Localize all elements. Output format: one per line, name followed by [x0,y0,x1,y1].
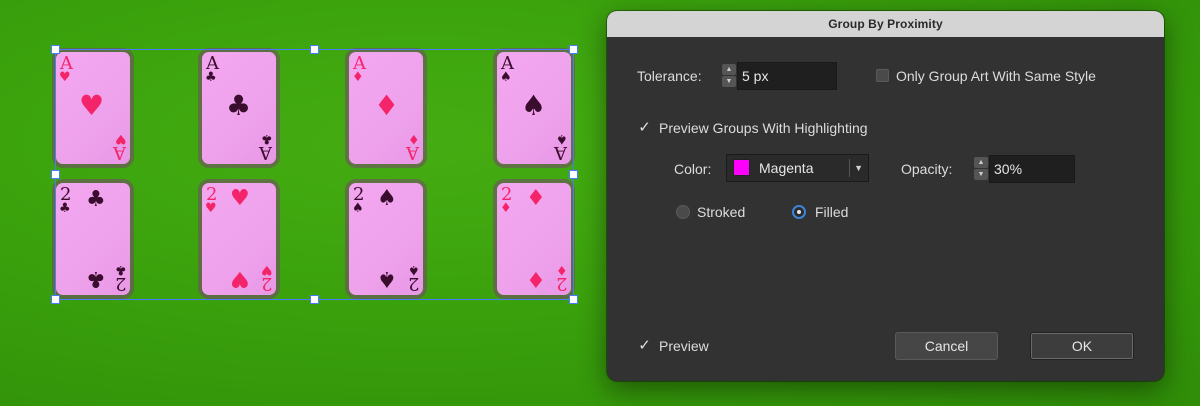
preview-groups-label[interactable]: Preview Groups With Highlighting [659,120,868,136]
chevron-down-icon: ▼ [854,163,863,173]
card-ace-spades[interactable]: A ♠ ♠ ♠ A [497,52,571,164]
artboard-canvas[interactable]: A ♥ ♥ ♥ A A ♣ ♣ ♣ A A ♦ ♦ ♦ A A ♠ ♠ ♠ A … [0,0,600,406]
same-style-label[interactable]: Only Group Art With Same Style [896,68,1096,84]
diamond-icon: ♦ [526,186,546,211]
stroked-label[interactable]: Stroked [697,204,745,220]
diamond-icon: ♦ [374,89,400,122]
card-rank: 2 [114,273,126,294]
tolerance-input[interactable]: 5 px [737,62,837,90]
card-rank: 2 [260,273,272,294]
card-ace-diamonds[interactable]: A ♦ ♦ ♦ A [349,52,423,164]
club-icon: ♣ [226,89,252,122]
color-select-value: Magenta [759,160,814,176]
club-icon: ♣ [86,187,106,212]
card-two-hearts[interactable]: 2 ♥ ♥ ♥ ♥ 2 [202,183,276,295]
stepper-down-icon[interactable]: ▼ [974,169,988,180]
card-two-spades[interactable]: 2 ♠ ♠ ♠ ♠ 2 [349,183,423,295]
resize-handle-bottom-center[interactable] [310,295,319,304]
card-rank: A [406,142,419,163]
select-divider [849,159,850,177]
preview-label[interactable]: Preview [659,338,709,354]
diamond-icon: ♦ [500,201,512,216]
tolerance-label: Tolerance: [637,68,702,84]
cancel-button[interactable]: Cancel [895,332,998,360]
spade-icon: ♠ [377,186,397,211]
resize-handle-top-center[interactable] [310,45,319,54]
heart-icon: ♥ [230,186,250,211]
spade-icon: ♠ [377,266,397,291]
club-icon: ♣ [205,70,217,85]
card-two-clubs[interactable]: 2 ♣ ♣ ♣ ♣ 2 [56,183,130,295]
card-rank: 2 [407,273,419,294]
same-style-checkbox[interactable] [876,69,889,82]
tolerance-stepper[interactable]: ▲ ▼ [721,63,737,89]
resize-handle-bottom-right[interactable] [569,295,578,304]
spade-icon: ♠ [352,201,364,216]
stepper-up-icon[interactable]: ▲ [974,157,988,168]
color-swatch [733,159,750,176]
card-two-diamonds[interactable]: 2 ♦ ♦ ♦ ♦ 2 [497,183,571,295]
heart-icon: ♥ [230,266,250,291]
card-ace-hearts[interactable]: A ♥ ♥ ♥ A [56,52,130,164]
heart-icon: ♥ [79,89,105,122]
diamond-icon: ♦ [352,70,364,85]
card-rank: A [554,142,567,163]
preview-groups-checkbox[interactable]: ✓ [638,120,651,135]
resize-handle-top-right[interactable] [569,45,578,54]
group-by-proximity-dialog: Group By Proximity Tolerance: ▲ ▼ 5 px O… [607,11,1164,381]
opacity-label: Opacity: [901,161,953,177]
club-icon: ♣ [86,266,106,291]
heart-icon: ♥ [59,70,71,85]
spade-icon: ♠ [521,89,547,122]
resize-handle-top-left[interactable] [51,45,60,54]
card-rank: A [259,142,272,163]
ok-button[interactable]: OK [1030,332,1134,360]
resize-handle-middle-left[interactable] [51,170,60,179]
preview-checkbox[interactable]: ✓ [638,338,651,353]
filled-label[interactable]: Filled [815,204,848,220]
filled-radio[interactable] [792,205,806,219]
color-label: Color: [674,161,712,177]
opacity-input[interactable]: 30% [989,155,1075,183]
stepper-up-icon[interactable]: ▲ [722,64,736,75]
dialog-title: Group By Proximity [607,11,1164,37]
color-select[interactable]: Magenta ▼ [726,154,869,182]
card-rank: A [113,142,126,163]
stepper-down-icon[interactable]: ▼ [722,76,736,87]
heart-icon: ♥ [205,201,217,216]
card-ace-clubs[interactable]: A ♣ ♣ ♣ A [202,52,276,164]
card-rank: 2 [555,273,567,294]
opacity-stepper[interactable]: ▲ ▼ [973,156,989,182]
spade-icon: ♠ [500,70,512,85]
resize-handle-bottom-left[interactable] [51,295,60,304]
diamond-icon: ♦ [526,266,546,291]
resize-handle-middle-right[interactable] [569,170,578,179]
stroked-radio[interactable] [676,205,690,219]
club-icon: ♣ [59,201,71,216]
